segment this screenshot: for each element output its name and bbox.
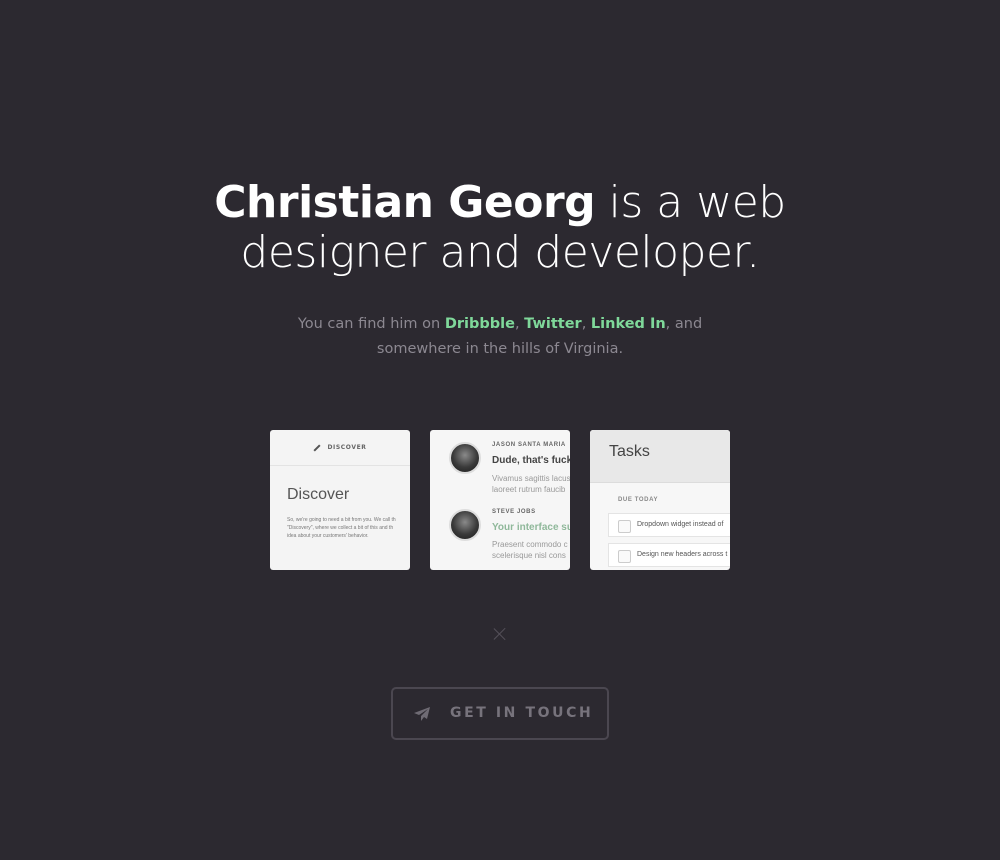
paper-plane-icon: [414, 707, 430, 721]
hero-headline: Christian Georg is a web designer and de…: [0, 178, 1000, 278]
message-body-line: Praesent commodo c: [492, 540, 568, 549]
hero-line-1-rest: is a web: [595, 177, 787, 228]
intro-suffix: , and: [665, 316, 703, 332]
message-body-line: scelerisque nisl cons: [492, 551, 566, 560]
intro-text: You can find him on Dribbble, Twitter, L…: [0, 312, 1000, 362]
discover-body-line: So, we're going to need a bit from you. …: [287, 517, 396, 523]
tasks-section-label: DUE TODAY: [618, 497, 659, 503]
intro-separator: ,: [514, 316, 525, 332]
linkedin-link[interactable]: Linked In: [591, 316, 666, 332]
message-author: STEVE JOBS: [492, 509, 536, 515]
discover-body-line: "Discovery", where we collect a bit of t…: [287, 525, 394, 531]
messages-card[interactable]: JASON SANTA MARIA Dude, that's fuck Viva…: [430, 430, 570, 570]
avatar: [449, 509, 481, 541]
twitter-link[interactable]: Twitter: [524, 316, 582, 332]
get-in-touch-label: GET IN TOUCH: [450, 705, 594, 721]
task-checkbox: [618, 550, 631, 563]
discover-body-line: idea about your customers' behavior.: [287, 533, 369, 539]
message-body: Vivamus sagittis lacus laoreet rutrum fa…: [492, 473, 570, 495]
task-label: Design new headers across t: [637, 551, 728, 558]
avatar: [449, 442, 481, 474]
pencil-icon: [313, 443, 322, 452]
message-body-line: Vivamus sagittis lacus: [492, 474, 570, 483]
intro-prefix: You can find him on: [297, 316, 445, 332]
intro-line-1: You can find him on Dribbble, Twitter, L…: [0, 312, 1000, 337]
task-label: Dropdown widget instead of: [637, 521, 724, 528]
discover-card-header: DISCOVER: [270, 430, 410, 466]
tasks-card-title: Tasks: [609, 443, 650, 460]
hero-line-2: designer and developer.: [240, 227, 760, 278]
get-in-touch-button[interactable]: GET IN TOUCH: [391, 687, 609, 740]
message-body: Praesent commodo c scelerisque nisl cons: [492, 539, 568, 561]
tasks-card[interactable]: Tasks DUE TODAY Dropdown widget instead …: [590, 430, 730, 570]
intro-separator: ,: [581, 316, 591, 332]
message-headline: Dude, that's fuck: [492, 455, 570, 466]
task-checkbox: [618, 520, 631, 533]
message-body-line: laoreet rutrum faucib: [492, 485, 566, 494]
task-item: Design new headers across t: [608, 543, 730, 567]
discover-card-body: So, we're going to need a bit from you. …: [287, 516, 410, 540]
intro-line-2: somewhere in the hills of Virginia.: [376, 341, 624, 357]
discover-card[interactable]: DISCOVER Discover So, we're going to nee…: [270, 430, 410, 570]
discover-card-header-label: DISCOVER: [327, 444, 367, 451]
hero-line-1: Christian Georg is a web: [0, 178, 1000, 228]
discover-card-title: Discover: [287, 486, 350, 503]
message-author: JASON SANTA MARIA: [492, 442, 566, 448]
message-headline: Your interface su: [492, 522, 570, 533]
dribbble-link[interactable]: Dribbble: [445, 316, 515, 332]
close-icon[interactable]: [492, 626, 508, 642]
author-name: Christian Georg: [214, 177, 596, 228]
task-item: Dropdown widget instead of: [608, 513, 730, 537]
